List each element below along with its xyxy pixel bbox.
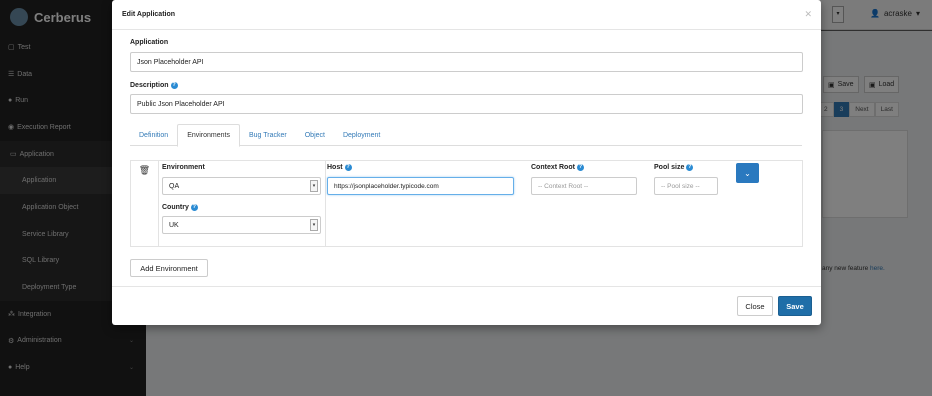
env-divider — [325, 161, 326, 246]
close-button[interactable]: Close — [737, 296, 773, 316]
help-icon[interactable]: ? — [344, 164, 352, 171]
modal-tabs: Definition Environments Bug Tracker Obje… — [130, 124, 802, 147]
host-input[interactable]: https://jsonplaceholder.typicode.com — [327, 177, 514, 195]
select-arrow-icon: ▾ — [310, 219, 318, 231]
application-input[interactable]: Json Placeholder API — [130, 52, 803, 72]
pool-size-label: Pool size? — [654, 164, 694, 171]
tab-object[interactable]: Object — [296, 124, 334, 146]
application-label: Application — [130, 39, 169, 46]
modal-title: Edit Application — [122, 11, 176, 18]
country-label: Country? — [162, 204, 198, 211]
add-environment-button[interactable]: Add Environment — [130, 259, 208, 277]
description-input[interactable]: Public Json Placeholder API — [130, 94, 803, 114]
modal-header: Edit Application ✕ — [112, 0, 821, 30]
tab-deployment[interactable]: Deployment — [334, 124, 389, 146]
tab-definition[interactable]: Definition — [130, 124, 177, 146]
host-label: Host? — [327, 164, 352, 171]
help-icon[interactable]: ? — [170, 82, 178, 89]
pool-size-input[interactable]: -- Pool size -- — [654, 177, 718, 195]
tab-environments[interactable]: Environments — [177, 124, 240, 147]
help-icon[interactable]: ? — [576, 164, 584, 171]
description-label: Description? — [130, 82, 178, 89]
help-icon[interactable]: ? — [686, 164, 694, 171]
trash-icon[interactable]: 🗑 — [139, 165, 150, 246]
environment-select[interactable]: QA ▾ — [162, 177, 321, 195]
select-arrow-icon: ▾ — [310, 180, 318, 192]
expand-button[interactable]: ⌄ — [736, 163, 759, 183]
context-root-input[interactable]: -- Context Root -- — [531, 177, 637, 195]
environment-label: Environment — [162, 164, 205, 171]
country-select[interactable]: UK ▾ — [162, 216, 321, 234]
env-actions: 🗑 — [131, 161, 159, 246]
context-root-label: Context Root? — [531, 164, 584, 171]
chevron-down-icon: ⌄ — [744, 168, 751, 178]
modal-footer-divider — [112, 286, 821, 287]
help-icon[interactable]: ? — [190, 204, 198, 211]
close-icon[interactable]: ✕ — [804, 9, 812, 20]
tab-bug-tracker[interactable]: Bug Tracker — [240, 124, 296, 146]
save-button[interactable]: Save — [778, 296, 812, 316]
